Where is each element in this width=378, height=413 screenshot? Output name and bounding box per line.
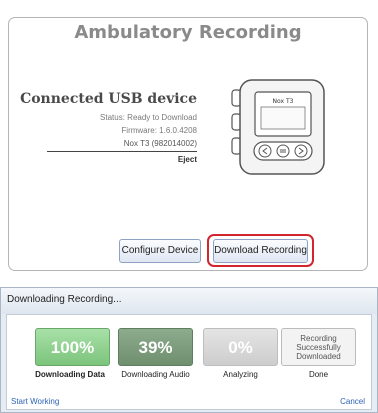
ambulatory-recording-panel: Ambulatory Recording Connected USB devic… [8, 17, 368, 271]
nox-t3-device-image: Nox T3 [231, 79, 325, 175]
done-status-line: Successfully [296, 343, 341, 352]
step-done-status: Recording Successfully Downloaded [281, 328, 356, 366]
step-download-audio-percent: 39% [118, 328, 193, 366]
device-heading: Connected USB device [20, 91, 197, 107]
panel-title: Ambulatory Recording [66, 22, 310, 43]
step-label-done: Done [308, 370, 329, 379]
done-status-line: Downloaded [296, 352, 341, 361]
device-firmware: Firmware: 1.6.0.4208 [121, 126, 197, 135]
step-analyzing-percent: 0% [203, 328, 278, 366]
device-serial: Nox T3 (982014002) [123, 139, 197, 148]
step-label-download-data: Downloading Data [35, 370, 105, 379]
step-download-data-percent: 100% [35, 328, 110, 366]
step-label-download-audio: Downloading Audio [121, 370, 190, 379]
download-progress-dialog: Downloading Recording... 100% 39% 0% Rec… [0, 287, 378, 413]
eject-link[interactable]: Eject [7, 154, 197, 166]
download-recording-button[interactable]: Download Recording [213, 239, 308, 263]
device-info: Connected USB device Status: Ready to Do… [7, 91, 197, 166]
divider [47, 151, 197, 152]
configure-device-button[interactable]: Configure Device [119, 239, 201, 263]
dialog-body: 100% 39% 0% Recording Successfully Downl… [6, 314, 372, 410]
start-working-link[interactable]: Start Working [11, 397, 59, 406]
device-screen-label: Nox T3 [273, 98, 294, 105]
device-status: Status: Ready to Download [100, 113, 197, 122]
step-label-analyzing: Analyzing [223, 370, 258, 379]
dialog-title: Downloading Recording... [1, 288, 377, 314]
download-highlight-frame: Download Recording [207, 234, 314, 267]
cancel-link[interactable]: Cancel [340, 397, 365, 406]
done-status-line: Recording [300, 334, 337, 343]
